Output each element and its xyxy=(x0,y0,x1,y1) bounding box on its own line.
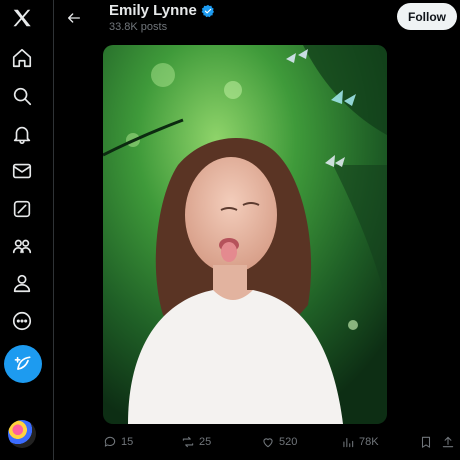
reply-button[interactable]: 15 xyxy=(103,432,133,452)
home-icon[interactable] xyxy=(10,46,34,70)
bookmark-icon xyxy=(421,436,431,448)
like-button[interactable]: 520 xyxy=(261,432,297,452)
reply-count: 15 xyxy=(121,436,134,448)
repost-icon xyxy=(182,436,194,448)
back-button[interactable] xyxy=(64,8,84,28)
more-icon[interactable] xyxy=(10,309,34,333)
post-button[interactable] xyxy=(4,345,42,383)
share-button[interactable] xyxy=(441,432,455,452)
profile-icon[interactable] xyxy=(10,271,34,295)
share-icon xyxy=(442,436,454,448)
follow-button[interactable]: Follow xyxy=(397,3,457,30)
verified-badge-icon xyxy=(201,4,214,17)
repost-button[interactable]: 25 xyxy=(181,432,211,452)
feather-plus-icon xyxy=(14,356,31,370)
communities-icon[interactable] xyxy=(10,234,34,258)
grok-icon[interactable] xyxy=(10,197,34,221)
sidebar xyxy=(0,0,44,460)
media-padding xyxy=(387,45,447,424)
x-logo-icon[interactable] xyxy=(10,6,34,30)
profile-name: Emily Lynne xyxy=(109,2,197,19)
post-actions: 15 25 520 78K xyxy=(103,432,455,452)
heart-icon xyxy=(263,438,273,448)
mail-icon[interactable] xyxy=(10,159,34,183)
bookmark-button[interactable] xyxy=(419,432,433,452)
arrow-left-icon xyxy=(68,13,80,23)
bell-icon[interactable] xyxy=(10,122,34,146)
views-button[interactable]: 78K xyxy=(341,432,379,452)
repost-count: 25 xyxy=(199,436,212,448)
search-icon[interactable] xyxy=(10,84,34,108)
views-icon xyxy=(343,437,354,448)
like-count: 520 xyxy=(279,436,298,448)
avatar[interactable] xyxy=(8,420,36,448)
profile-name-row: Emily Lynne xyxy=(109,2,215,19)
reply-icon xyxy=(104,436,116,447)
divider xyxy=(53,0,54,460)
views-count: 78K xyxy=(359,436,379,448)
post-media-image[interactable] xyxy=(103,45,387,424)
posts-count: 33.8K posts xyxy=(109,21,168,33)
